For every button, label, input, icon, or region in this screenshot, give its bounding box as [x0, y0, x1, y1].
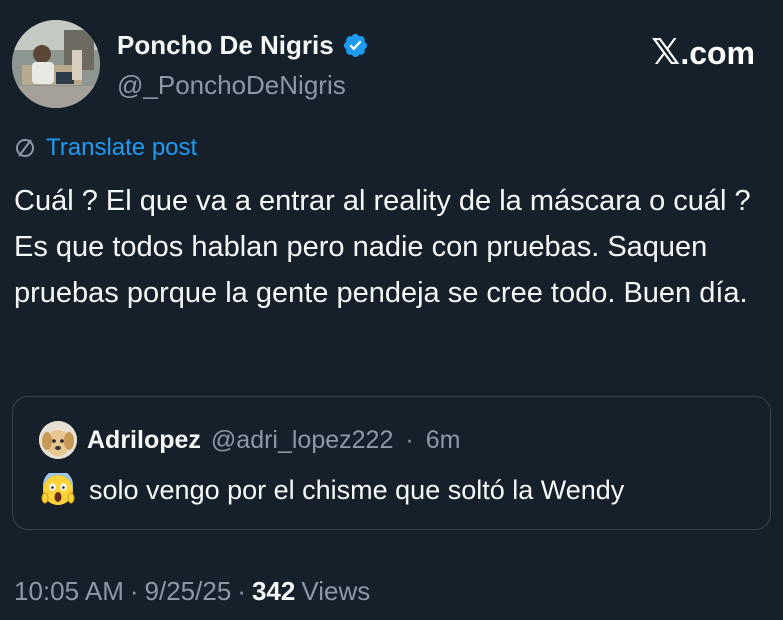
quoted-author-avatar[interactable]: [39, 421, 77, 459]
x-logo-icon: 𝕏: [651, 32, 681, 73]
author-avatar[interactable]: [12, 20, 100, 108]
views-label: Views: [301, 576, 371, 606]
quoted-author-handle[interactable]: @adri_lopez222: [211, 426, 393, 455]
post-text: Cuál ? El que va a entrar al reality de …: [14, 185, 751, 309]
author-display-name[interactable]: Poncho De Nigris: [117, 30, 334, 61]
post-time[interactable]: 10:05 AM: [14, 576, 124, 607]
quoted-author-name[interactable]: Adrilopez: [87, 426, 201, 455]
quoted-post-header: Adrilopez @adri_lopez222 · 6m: [39, 421, 460, 459]
tweet: Poncho De Nigris @_PonchoDeNigris 𝕏 .com…: [0, 0, 783, 620]
author-handle[interactable]: @_PonchoDeNigris: [117, 70, 346, 101]
separator-dot: ·: [129, 576, 139, 606]
verified-badge-icon: [342, 32, 369, 59]
views-count[interactable]: 342: [252, 576, 295, 607]
post-date[interactable]: 9/25/25: [145, 576, 232, 607]
brand-suffix: .com: [680, 35, 755, 71]
author-name-row: Poncho De Nigris: [117, 30, 369, 61]
separator-dot: ·: [405, 425, 414, 454]
globe-slash-icon: [14, 137, 36, 159]
quoted-post-body: solo vengo por el chisme que soltó la We…: [41, 470, 625, 507]
quoted-post-card[interactable]: Adrilopez @adri_lopez222 · 6m solo vengo…: [12, 396, 771, 530]
translate-post-link[interactable]: Translate post: [14, 134, 197, 162]
quoted-post-text: solo vengo por el chisme que soltó la We…: [89, 474, 625, 505]
face-screaming-in-fear-icon: [41, 470, 75, 507]
separator-dot: ·: [237, 576, 246, 606]
x-com-logo: 𝕏 .com: [651, 32, 755, 73]
quoted-post-time[interactable]: 6m: [426, 426, 461, 455]
translate-post-label: Translate post: [46, 134, 198, 161]
post-metadata: 10:05 AM · 9/25/25 · 342 Views: [14, 576, 370, 607]
